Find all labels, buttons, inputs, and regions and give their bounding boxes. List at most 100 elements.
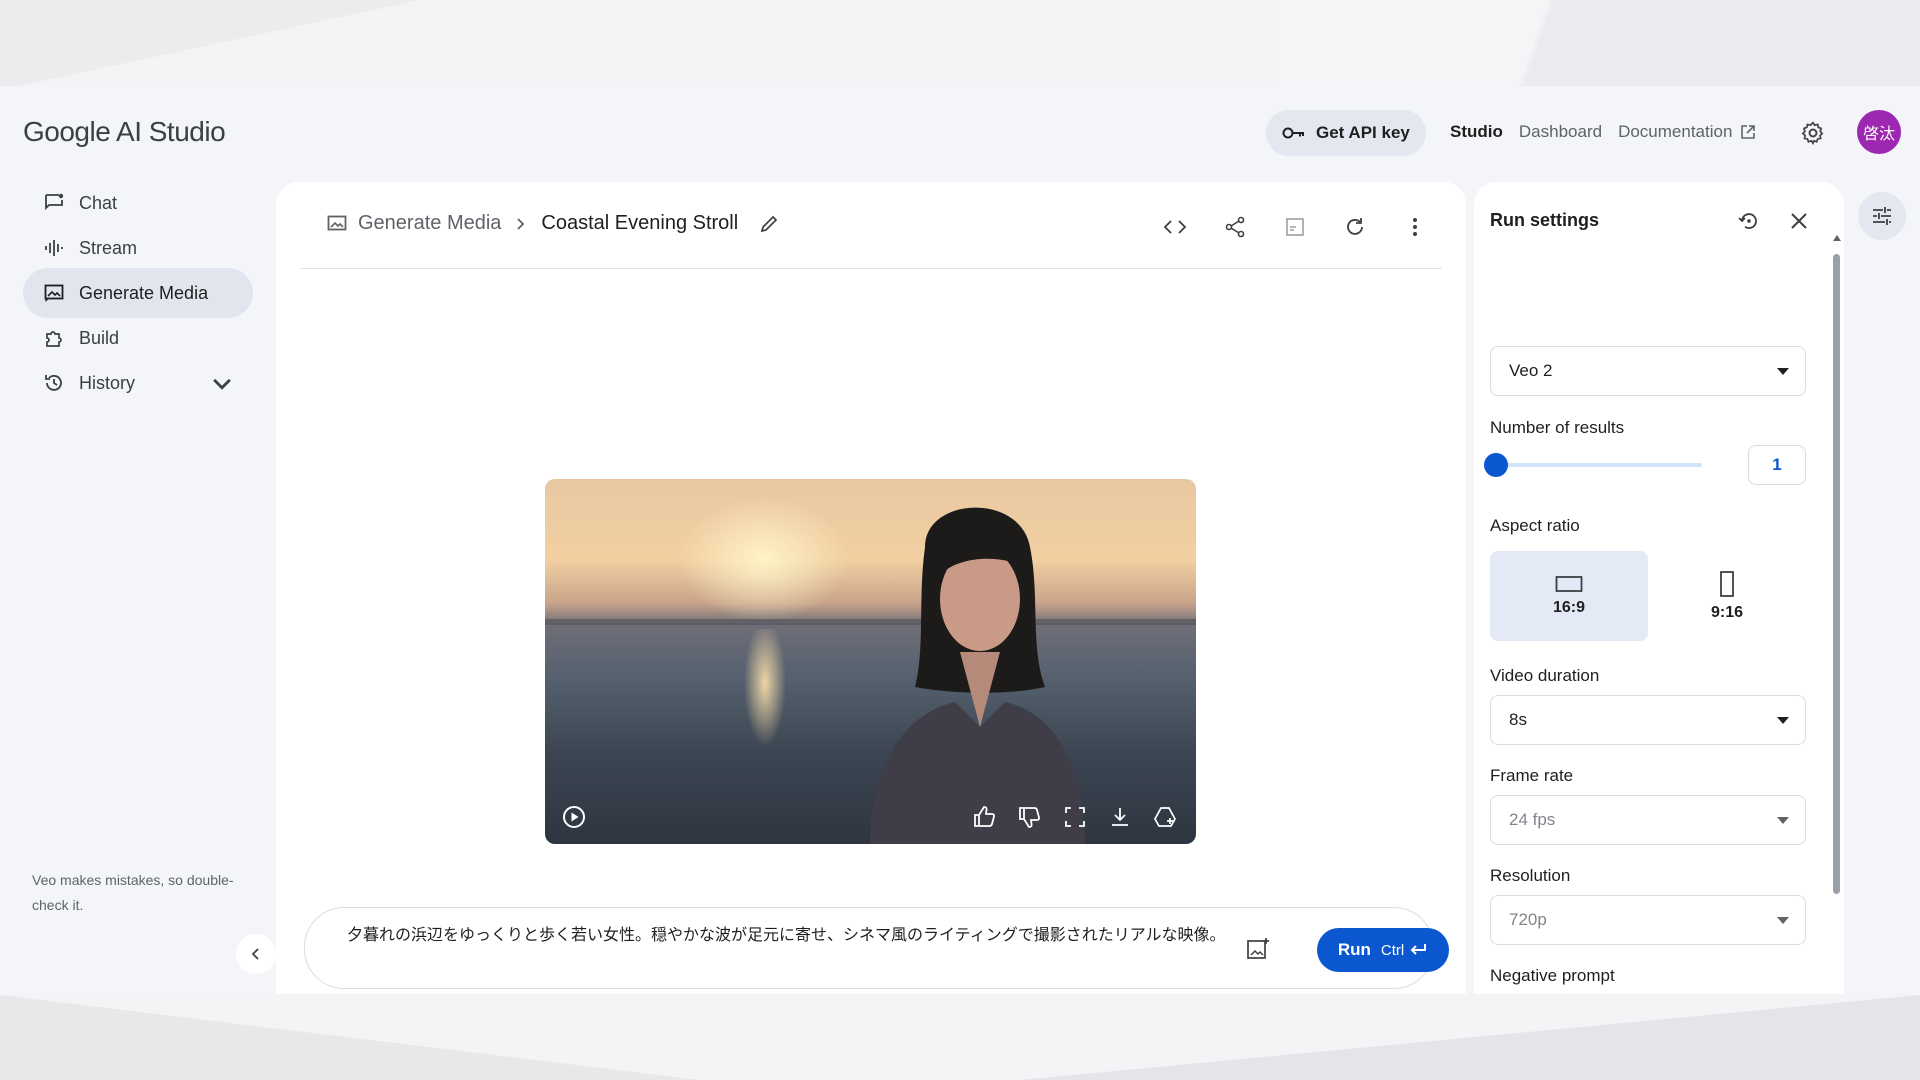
run-button[interactable]: Run Ctrl bbox=[1317, 928, 1449, 972]
user-avatar[interactable]: 啓汰 bbox=[1857, 110, 1901, 154]
save-to-drive-icon[interactable] bbox=[1152, 804, 1178, 830]
resolution-select[interactable]: 720p bbox=[1490, 895, 1806, 945]
toggle-run-settings-button[interactable] bbox=[1858, 192, 1906, 240]
media-icon bbox=[327, 215, 347, 230]
breadcrumb: Generate Media Coastal Evening Stroll bbox=[326, 212, 780, 235]
enter-key-icon bbox=[1410, 944, 1427, 955]
key-icon bbox=[1282, 127, 1304, 139]
model-select[interactable]: Veo 2 bbox=[1490, 346, 1806, 396]
edit-pencil-icon[interactable] bbox=[758, 213, 780, 235]
thumbs-down-icon[interactable] bbox=[1016, 804, 1042, 830]
video-controls bbox=[545, 788, 1196, 844]
number-of-results-input[interactable]: 1 bbox=[1748, 445, 1806, 485]
frame-rate-select[interactable]: 24 fps bbox=[1490, 795, 1806, 845]
chevron-right-icon bbox=[517, 217, 525, 230]
main-panel: Generate Media Coastal Evening Stroll 夕暮… bbox=[276, 182, 1466, 994]
aspect-ratio-label: Aspect ratio bbox=[1490, 516, 1580, 535]
video-duration-label: Video duration bbox=[1490, 666, 1600, 685]
nav-documentation-label: Documentation bbox=[1618, 122, 1733, 141]
sidebar-item-label: Stream bbox=[79, 237, 138, 258]
negative-prompt-label: Negative prompt bbox=[1490, 966, 1615, 985]
sidebar-item-history[interactable]: History bbox=[23, 358, 253, 408]
history-icon bbox=[45, 375, 62, 391]
frame-rate-value: 24 fps bbox=[1509, 810, 1556, 829]
run-label: Run bbox=[1337, 940, 1371, 959]
aspect-option-16-9[interactable]: 16:9 bbox=[1490, 551, 1648, 641]
aspect-option-9-16[interactable]: 9:16 bbox=[1648, 551, 1806, 641]
prompt-input-box[interactable]: 夕暮れの浜辺をゆっくりと歩く若い女性。穏やかな波が足元に寄せ、シネマ風のライティ… bbox=[304, 907, 1449, 989]
top-nav: Studio Dashboard Documentation bbox=[1450, 122, 1756, 142]
sidebar-item-build[interactable]: Build bbox=[23, 313, 253, 363]
number-of-results-slider-thumb[interactable] bbox=[1484, 453, 1508, 477]
dropdown-arrow-icon bbox=[1777, 368, 1789, 375]
landscape-icon bbox=[1555, 576, 1583, 592]
sidebar: Chat Stream Generate Media Build History… bbox=[0, 178, 276, 994]
share-icon bbox=[1225, 216, 1245, 238]
get-api-key-button[interactable]: Get API key bbox=[1266, 110, 1426, 156]
header-divider bbox=[300, 268, 1442, 269]
chevron-down-icon[interactable] bbox=[211, 372, 233, 394]
nav-documentation[interactable]: Documentation bbox=[1618, 122, 1756, 142]
top-bar: Google AI Studio Get API key Studio Dash… bbox=[0, 86, 1920, 178]
video-duration-value: 8s bbox=[1509, 710, 1527, 729]
video-sun-reflection bbox=[735, 629, 795, 809]
code-icon bbox=[1163, 220, 1187, 234]
close-icon[interactable] bbox=[1786, 208, 1812, 234]
sidebar-item-stream[interactable]: Stream bbox=[23, 223, 253, 273]
fullscreen-icon[interactable] bbox=[1062, 804, 1088, 830]
save-button[interactable] bbox=[1280, 212, 1310, 242]
sidebar-item-label: Build bbox=[79, 327, 120, 348]
scroll-up-arrow-icon[interactable] bbox=[1832, 234, 1842, 242]
save-icon bbox=[1286, 218, 1304, 236]
external-link-icon bbox=[1741, 125, 1756, 139]
main-toolbar bbox=[1160, 212, 1430, 242]
add-image-icon[interactable] bbox=[1245, 936, 1271, 962]
dropdown-arrow-icon bbox=[1777, 817, 1789, 824]
app-logo[interactable]: Google AI Studio bbox=[23, 116, 226, 148]
refresh-icon bbox=[1347, 218, 1363, 235]
stream-icon bbox=[45, 240, 63, 256]
get-code-button[interactable] bbox=[1160, 212, 1190, 242]
sidebar-item-generate-media[interactable]: Generate Media bbox=[23, 268, 253, 318]
page-title: Coastal Evening Stroll bbox=[541, 212, 739, 234]
settings-gear-icon[interactable] bbox=[1800, 120, 1826, 146]
run-settings-panel: Run settings Veo 2 Number of results 1 A… bbox=[1474, 182, 1844, 994]
dropdown-arrow-icon bbox=[1777, 717, 1789, 724]
run-settings-title: Run settings bbox=[1490, 210, 1600, 230]
sidebar-item-label: History bbox=[79, 372, 136, 393]
more-vert-icon bbox=[1413, 218, 1417, 236]
get-api-key-label: Get API key bbox=[1316, 123, 1410, 142]
prompt-input[interactable]: 夕暮れの浜辺をゆっくりと歩く若い女性。穏やかな波が足元に寄せ、シネマ風のライティ… bbox=[347, 922, 1227, 947]
breadcrumb-root-label: Generate Media bbox=[358, 212, 502, 234]
tune-icon bbox=[1873, 207, 1891, 225]
frame-rate-label: Frame rate bbox=[1490, 766, 1574, 785]
aspect-option-label: 9:16 bbox=[1710, 604, 1744, 621]
media-icon bbox=[44, 284, 64, 302]
settings-scrollbar[interactable] bbox=[1832, 234, 1842, 974]
collapse-sidebar-button[interactable] bbox=[236, 934, 276, 974]
play-icon[interactable] bbox=[561, 804, 587, 830]
sidebar-item-label: Chat bbox=[79, 192, 118, 213]
sidebar-item-chat[interactable]: Chat bbox=[23, 178, 253, 228]
video-player[interactable] bbox=[545, 479, 1196, 844]
share-button[interactable] bbox=[1220, 212, 1250, 242]
number-of-results-label: Number of results bbox=[1490, 418, 1625, 437]
video-duration-select[interactable]: 8s bbox=[1490, 695, 1806, 745]
dropdown-arrow-icon bbox=[1777, 917, 1789, 924]
more-options-button[interactable] bbox=[1400, 212, 1430, 242]
resolution-value: 720p bbox=[1509, 910, 1547, 929]
download-icon[interactable] bbox=[1107, 804, 1133, 830]
sidebar-item-label: Generate Media bbox=[79, 282, 209, 303]
nav-dashboard[interactable]: Dashboard bbox=[1519, 122, 1602, 142]
number-of-results-slider[interactable] bbox=[1500, 463, 1702, 467]
refresh-button[interactable] bbox=[1340, 212, 1370, 242]
reset-settings-icon[interactable] bbox=[1736, 208, 1762, 234]
settings-scrollbar-thumb[interactable] bbox=[1833, 254, 1840, 894]
disclaimer-text: Veo makes mistakes, so double-check it. bbox=[32, 872, 234, 913]
breadcrumb-root[interactable]: Generate Media bbox=[326, 212, 501, 235]
run-shortcut-key: Ctrl bbox=[1380, 941, 1405, 959]
thumbs-up-icon[interactable] bbox=[971, 804, 997, 830]
app-window: Google AI Studio Get API key Studio Dash… bbox=[0, 86, 1920, 994]
nav-studio[interactable]: Studio bbox=[1450, 122, 1503, 142]
run-shortcut: Ctrl bbox=[1381, 942, 1428, 959]
